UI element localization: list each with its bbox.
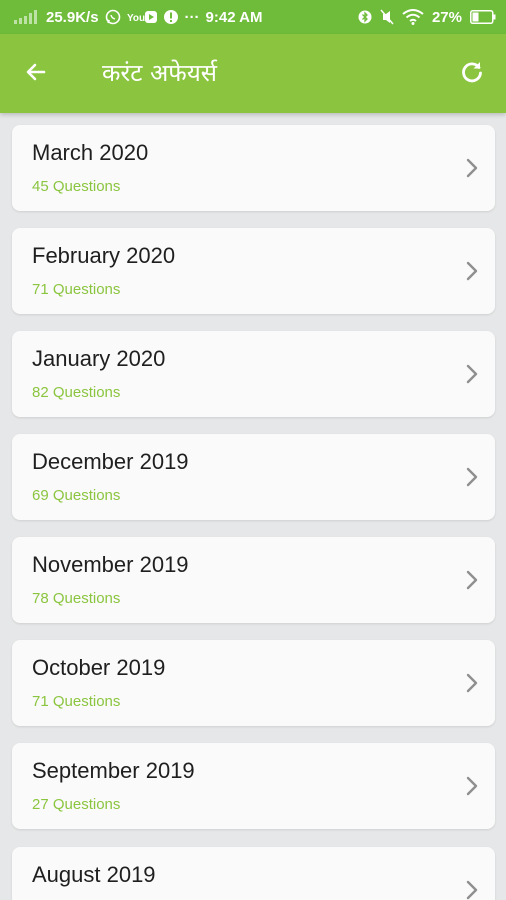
chevron-right-icon: [463, 568, 481, 592]
list-item[interactable]: October 2019 71 Questions: [12, 640, 495, 726]
battery-percent: 27%: [431, 8, 462, 26]
back-button[interactable]: [16, 54, 56, 94]
chevron-right-icon: [463, 878, 481, 900]
signal-icon: [14, 10, 40, 24]
page-title: करंट अफेयर्स: [102, 59, 217, 87]
status-left: 25.9K/s You ··· 9:42 AM: [14, 0, 263, 34]
item-question-count: 71 Questions: [32, 281, 121, 298]
item-question-count: 82 Questions: [32, 384, 121, 401]
chevron-right-icon: [463, 774, 481, 798]
alert-icon: [163, 9, 179, 25]
more-notifications: ···: [184, 8, 200, 26]
whatsapp-icon: [105, 9, 121, 25]
item-question-count: 78 Questions: [32, 590, 121, 607]
list-item[interactable]: March 2020 45 Questions: [12, 125, 495, 211]
list-item[interactable]: August 2019: [12, 847, 495, 900]
chevron-right-icon: [463, 671, 481, 695]
refresh-icon: [459, 59, 485, 89]
item-title: March 2020: [32, 140, 149, 165]
chevron-right-icon: [463, 259, 481, 283]
item-title: December 2019: [32, 449, 189, 474]
item-question-count: 69 Questions: [32, 487, 121, 504]
status-time: 9:42 AM: [205, 8, 263, 26]
item-title: January 2020: [32, 346, 166, 371]
refresh-button[interactable]: [452, 54, 492, 94]
youtube-text: You: [127, 13, 145, 24]
list-item[interactable]: November 2019 78 Questions: [12, 537, 495, 623]
arrow-back-icon: [24, 60, 48, 88]
chevron-right-icon: [463, 156, 481, 180]
chevron-right-icon: [463, 362, 481, 386]
item-title: November 2019: [32, 552, 189, 577]
wifi-icon: [402, 9, 424, 25]
list-item[interactable]: December 2019 69 Questions: [12, 434, 495, 520]
mute-icon: [380, 9, 394, 25]
item-title: September 2019: [32, 758, 195, 783]
status-right: 27%: [358, 0, 496, 34]
item-title: October 2019: [32, 655, 166, 680]
bluetooth-icon: [358, 9, 372, 25]
chevron-right-icon: [463, 465, 481, 489]
item-question-count: 71 Questions: [32, 693, 121, 710]
battery-icon: [470, 10, 496, 24]
item-title: February 2020: [32, 243, 176, 268]
item-question-count: 45 Questions: [32, 178, 121, 195]
youtube-icon: You: [127, 10, 157, 24]
list-item[interactable]: February 2020 71 Questions: [12, 228, 495, 314]
list-item[interactable]: January 2020 82 Questions: [12, 331, 495, 417]
item-question-count: 27 Questions: [32, 796, 121, 813]
status-bar: 25.9K/s You ··· 9:42 AM 27%: [0, 0, 506, 34]
network-speed: 25.9K/s: [46, 8, 99, 26]
month-list: March 2020 45 Questions February 2020 71…: [0, 113, 506, 900]
app-bar: करंट अफेयर्स: [0, 34, 506, 113]
item-title: August 2019: [32, 862, 156, 887]
list-item[interactable]: September 2019 27 Questions: [12, 743, 495, 829]
